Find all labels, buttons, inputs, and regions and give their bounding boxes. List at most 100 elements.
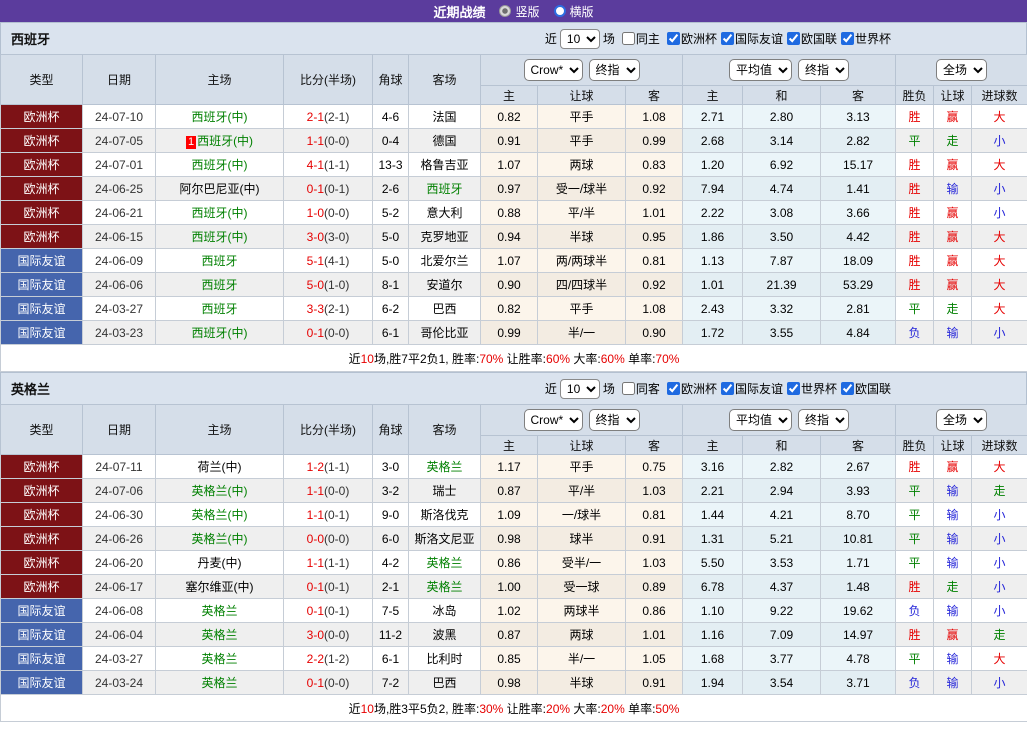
subcol-avg-away: 客 [820, 85, 897, 105]
league-checkbox[interactable] [666, 32, 680, 45]
recent-count-select[interactable]: 10 [559, 378, 600, 399]
away-team-cell: 斯洛伐克 [408, 502, 481, 527]
match-row: 国际友谊 24-06-06 西班牙 5-0(1-0) 8-1 安道尔 0.90 四/四球半 0.… [0, 272, 1027, 297]
full-time-score: 0-1 [306, 603, 324, 618]
league-checkbox[interactable] [720, 32, 734, 45]
result-outcome: 平 [895, 526, 935, 551]
bookmaker-select[interactable]: Crow* [523, 59, 583, 81]
bookmaker-select[interactable]: Crow* [523, 409, 583, 431]
crow-home-odds: 0.97 [480, 176, 538, 201]
subcol-avg-away: 客 [820, 435, 897, 455]
summary-segment: 让胜率: [503, 701, 547, 716]
subcol-away-odds: 客 [624, 435, 684, 455]
league-filter-国际友谊[interactable]: 国际友谊 [717, 30, 783, 47]
average-select[interactable]: 平均值 [729, 409, 793, 431]
league-checkbox[interactable] [840, 32, 854, 45]
home-team-cell: 西班牙 [155, 296, 284, 321]
away-team-name: 斯洛文尼亚 [414, 532, 475, 546]
crow-away-odds: 0.75 [624, 454, 684, 479]
score-cell: 3-3(2-1) [283, 296, 373, 321]
same-venue-filter[interactable]: 同客 [618, 380, 660, 397]
league-checkbox[interactable] [666, 382, 680, 395]
avg-draw-odds: 21.39 [742, 272, 822, 297]
avg-draw-odds: 7.09 [742, 622, 822, 647]
league-checkbox-label: 欧洲杯 [680, 32, 717, 46]
vertical-radio-icon[interactable] [499, 5, 512, 17]
crow-final-select[interactable]: 终指 [588, 59, 640, 81]
corner-cell: 6-0 [372, 526, 409, 551]
league-checkbox[interactable] [840, 382, 854, 395]
full-match-select[interactable]: 全场 [936, 409, 988, 431]
score-cell: 2-1(2-1) [283, 104, 373, 129]
result-goals: 大 [971, 104, 1027, 129]
league-cell: 欧洲杯 [0, 128, 83, 153]
date-cell: 24-06-04 [82, 622, 156, 647]
home-team-cell: 塞尔维亚(中) [155, 574, 284, 599]
same-venue-checkbox[interactable] [621, 32, 635, 45]
home-team-name: 西班牙(中) [191, 206, 248, 220]
summary-segment: 近 [348, 701, 361, 716]
vertical-radio-label[interactable]: 竖版 [515, 3, 539, 20]
crow-handicap: 平手 [537, 128, 626, 153]
average-final-select[interactable]: 终指 [798, 409, 850, 431]
league-filter-国际友谊[interactable]: 国际友谊 [717, 380, 783, 397]
away-team-cell: 斯洛文尼亚 [408, 526, 481, 551]
half-time-score: (0-1) [324, 579, 350, 594]
crow-away-odds: 0.81 [624, 502, 684, 527]
league-checkbox[interactable] [786, 32, 800, 45]
league-filter-欧洲杯[interactable]: 欧洲杯 [663, 380, 717, 397]
subcol-avg-draw: 和 [742, 435, 822, 455]
horizontal-radio-label[interactable]: 横版 [570, 3, 594, 20]
league-filter-欧洲杯[interactable]: 欧洲杯 [663, 30, 717, 47]
league-cell: 国际友谊 [0, 320, 83, 345]
away-team-cell: 意大利 [408, 200, 481, 225]
same-venue-checkbox[interactable] [621, 382, 635, 395]
horizontal-layout-option[interactable]: 横版 [553, 3, 594, 20]
average-select[interactable]: 平均值 [729, 59, 793, 81]
avg-draw-odds: 3.53 [742, 550, 822, 575]
avg-draw-odds: 9.22 [742, 598, 822, 623]
avg-draw-odds: 3.32 [742, 296, 822, 321]
league-filter-欧国联[interactable]: 欧国联 [837, 380, 891, 397]
crow-away-odds: 0.81 [624, 248, 684, 273]
date-cell: 24-06-26 [82, 526, 156, 551]
horizontal-radio-icon[interactable] [553, 5, 566, 17]
subcol-avg-home: 主 [682, 435, 744, 455]
crow-final-select[interactable]: 终指 [588, 409, 640, 431]
league-checkbox[interactable] [720, 382, 734, 395]
match-row: 欧洲杯 24-06-17 塞尔维亚(中) 0-1(0-1) 2-1 英格兰 1.00 受一球 0… [0, 574, 1027, 599]
corner-cell: 3-0 [372, 454, 409, 479]
full-match-select[interactable]: 全场 [936, 59, 988, 81]
league-cell: 欧洲杯 [0, 502, 83, 527]
col-corner: 角球 [372, 404, 409, 455]
england-section: 英格兰 近 10 场 同客 欧洲杯 国际友谊 世界杯 欧国联 类型 日期 主场 比分(… [0, 372, 1027, 722]
recent-count-select[interactable]: 10 [559, 28, 600, 49]
match-row: 欧洲杯 24-07-01 西班牙(中) 4-1(1-1) 13-3 格鲁吉亚 1.07 两球 0… [0, 152, 1027, 177]
crow-home-odds: 0.90 [480, 272, 538, 297]
league-cell: 国际友谊 [0, 622, 83, 647]
average-final-select[interactable]: 终指 [798, 59, 850, 81]
league-filter-欧国联[interactable]: 欧国联 [783, 30, 837, 47]
summary-segment: 20% [600, 701, 625, 716]
summary-segment: 70% [479, 351, 504, 366]
crow-away-odds: 0.95 [624, 224, 684, 249]
avg-draw-odds: 3.55 [742, 320, 822, 345]
same-venue-filter[interactable]: 同主 [618, 30, 660, 47]
result-handicap: 赢 [933, 224, 973, 249]
vertical-layout-option[interactable]: 竖版 [499, 3, 540, 20]
away-team-name: 法国 [432, 110, 457, 124]
league-checkbox[interactable] [786, 382, 800, 395]
away-team-cell: 巴西 [408, 296, 481, 321]
full-time-score: 0-1 [306, 325, 324, 340]
league-filter-世界杯[interactable]: 世界杯 [837, 30, 891, 47]
result-goals: 小 [971, 128, 1027, 153]
home-team-name: 塞尔维亚(中) [185, 580, 254, 594]
crow-away-odds: 0.91 [624, 670, 684, 695]
avg-draw-odds: 5.21 [742, 526, 822, 551]
league-checkbox-label: 国际友谊 [734, 32, 783, 46]
league-filter-世界杯[interactable]: 世界杯 [783, 380, 837, 397]
avg-home-odds: 2.68 [682, 128, 744, 153]
avg-away-odds: 10.81 [820, 526, 897, 551]
league-cell: 国际友谊 [0, 646, 83, 671]
home-team-cell: 荷兰(中) [155, 454, 284, 479]
